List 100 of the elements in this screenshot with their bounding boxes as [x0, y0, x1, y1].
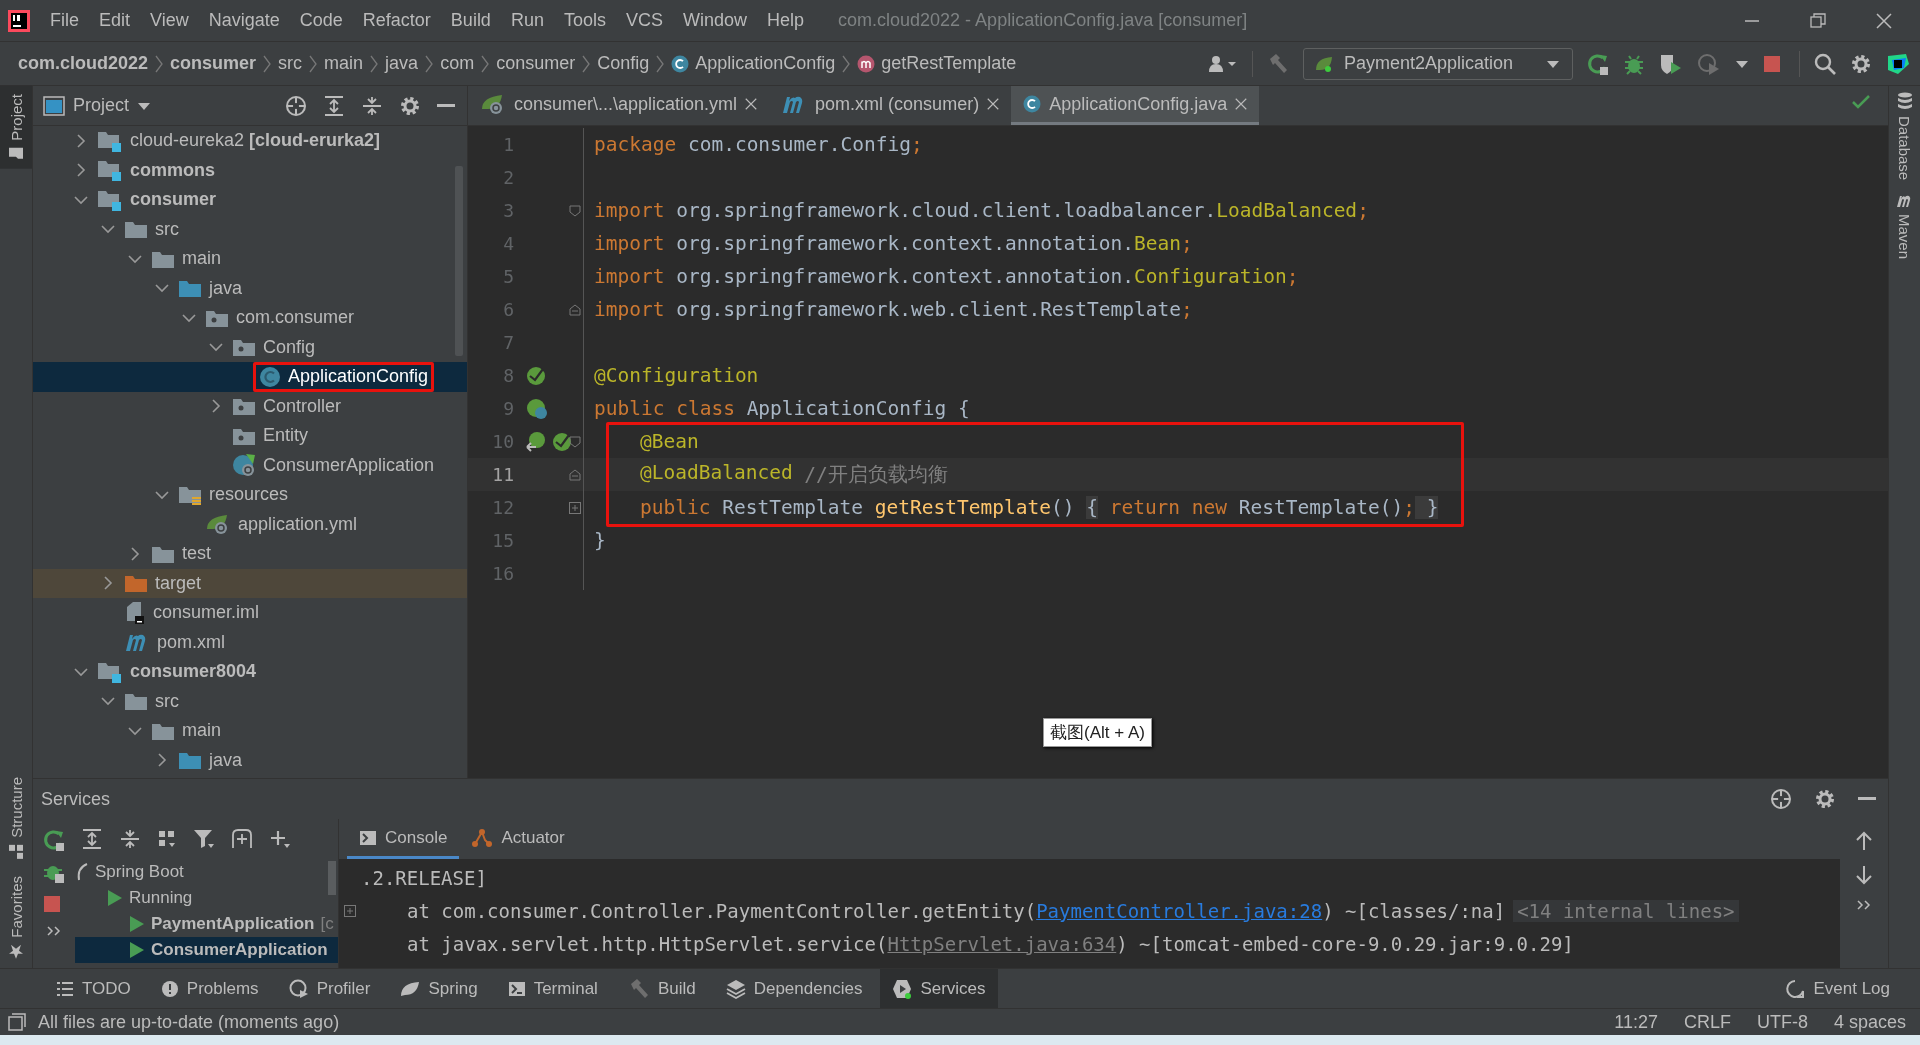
- collapse-all-icon[interactable]: [119, 828, 141, 850]
- tree-item[interactable]: main: [33, 244, 467, 274]
- coverage-icon[interactable]: [1659, 52, 1683, 75]
- collapse-all-icon[interactable]: [361, 94, 383, 117]
- status-item[interactable]: UTF-8: [1756, 1011, 1808, 1033]
- close-icon[interactable]: [1876, 12, 1892, 29]
- breadcrumb[interactable]: main: [324, 53, 364, 74]
- tool-window-button[interactable]: Database: [1896, 92, 1913, 181]
- breadcrumb[interactable]: consumer: [496, 53, 576, 74]
- breadcrumb[interactable]: getRestTemplate: [857, 53, 1017, 74]
- menu-item[interactable]: Edit: [89, 10, 141, 31]
- breadcrumb[interactable]: com: [440, 53, 475, 74]
- menu-item[interactable]: Window: [672, 10, 757, 31]
- console-tab[interactable]: Actuator: [459, 819, 577, 859]
- user-icon[interactable]: [1208, 53, 1238, 74]
- menu-item[interactable]: Navigate: [198, 10, 290, 31]
- menu-item[interactable]: VCS: [615, 10, 673, 31]
- tree-item[interactable]: ConsumerApplication: [33, 450, 467, 480]
- link[interactable]: HttpServlet.java:634: [887, 932, 1117, 955]
- tree-item[interactable]: main: [33, 716, 467, 746]
- tree-item[interactable]: consumer: [33, 185, 467, 215]
- service-item[interactable]: Spring Boot: [75, 859, 338, 885]
- tree-item[interactable]: pom.xml: [33, 627, 467, 657]
- tool-tab[interactable]: Dependencies: [713, 969, 875, 1008]
- fold-icon[interactable]: [568, 303, 581, 316]
- run-configuration-dropdown[interactable]: Payment2Application: [1303, 47, 1573, 80]
- breadcrumb[interactable]: Config: [597, 53, 650, 74]
- bean-icon[interactable]: [526, 397, 548, 420]
- status-item[interactable]: 11:27: [1614, 1011, 1658, 1033]
- service-item[interactable]: ConsumerApplication: [75, 937, 338, 963]
- expand-all-icon[interactable]: [81, 828, 103, 850]
- breadcrumb[interactable]: src: [278, 53, 303, 74]
- expand-all-icon[interactable]: [323, 94, 345, 117]
- tree-item[interactable]: java: [33, 273, 467, 303]
- tool-tab[interactable]: Problems: [148, 969, 271, 1008]
- service-item[interactable]: Running: [75, 885, 338, 911]
- tool-tab[interactable]: Build: [615, 969, 708, 1008]
- locate-icon[interactable]: [1770, 788, 1792, 810]
- event-log-button[interactable]: Event Log: [1785, 978, 1890, 999]
- tree-item[interactable]: Entity: [33, 421, 467, 451]
- settings-icon[interactable]: [399, 94, 421, 117]
- editor-tab[interactable]: pom.xml (consumer): [769, 86, 1012, 125]
- menu-item[interactable]: File: [40, 10, 89, 31]
- window-icon[interactable]: [8, 1013, 26, 1031]
- close-icon[interactable]: [987, 96, 1000, 112]
- rerun-icon[interactable]: [43, 829, 65, 851]
- menu-item[interactable]: Help: [757, 10, 815, 31]
- tool-window-button[interactable]: Favorites: [0, 868, 32, 968]
- menu-item[interactable]: Refactor: [352, 10, 441, 31]
- more-icon[interactable]: [46, 925, 62, 937]
- menu-item[interactable]: Tools: [553, 10, 616, 31]
- toolbox-icon[interactable]: [1886, 51, 1910, 76]
- add-icon[interactable]: [269, 829, 291, 849]
- breadcrumb[interactable]: consumer: [170, 53, 257, 74]
- link[interactable]: PaymentController.java:28: [1036, 899, 1323, 922]
- bean-icon[interactable]: [526, 365, 546, 386]
- tool-window-button[interactable]: Structure: [0, 769, 32, 869]
- tool-tab[interactable]: Profiler: [276, 969, 383, 1008]
- minimize-icon[interactable]: [437, 103, 455, 108]
- search-icon[interactable]: [1814, 52, 1836, 75]
- fold-icon[interactable]: [568, 468, 581, 481]
- panel-title[interactable]: Project: [73, 95, 130, 116]
- expand-icon[interactable]: [344, 904, 356, 917]
- editor-tab[interactable]: ApplicationConfig.java: [1011, 86, 1260, 125]
- tree-item[interactable]: src: [33, 214, 467, 244]
- expand-icon[interactable]: [568, 501, 581, 514]
- editor-tab[interactable]: consumer\...\application.yml: [468, 86, 770, 125]
- tree-item[interactable]: java: [33, 745, 467, 775]
- tool-window-button[interactable]: Project: [0, 86, 32, 169]
- locate-icon[interactable]: [285, 94, 307, 117]
- rerun-icon[interactable]: [1587, 52, 1609, 75]
- menu-item[interactable]: Build: [440, 10, 501, 31]
- arrow-up-icon[interactable]: [1855, 831, 1873, 851]
- minimize-icon[interactable]: [1858, 797, 1876, 801]
- breadcrumb[interactable]: com.cloud2022: [18, 53, 149, 74]
- tool-tab[interactable]: TODO: [44, 969, 143, 1008]
- menu-item[interactable]: Code: [289, 10, 353, 31]
- close-icon[interactable]: [745, 96, 758, 112]
- tool-tab[interactable]: Spring: [388, 969, 490, 1008]
- tree-item[interactable]: application.yml: [33, 509, 467, 539]
- more-icon[interactable]: [1856, 899, 1872, 911]
- status-item[interactable]: 4 spaces: [1833, 1011, 1906, 1033]
- filter-icon[interactable]: [193, 829, 215, 849]
- settings-icon[interactable]: [1850, 52, 1872, 75]
- caret-icon[interactable]: [137, 100, 152, 111]
- tool-tab[interactable]: Terminal: [495, 969, 610, 1008]
- breadcrumb[interactable]: ApplicationConfig: [671, 53, 836, 74]
- tree-item[interactable]: commons: [33, 155, 467, 185]
- menu-item[interactable]: View: [140, 10, 199, 31]
- settings-icon[interactable]: [1814, 788, 1836, 810]
- tree-item[interactable]: target: [33, 568, 467, 598]
- arrow-down-icon[interactable]: [1855, 865, 1873, 885]
- new-tab-icon[interactable]: [231, 829, 253, 849]
- folded-lines[interactable]: <14 internal lines>: [1513, 899, 1739, 922]
- tree-item[interactable]: Controller: [33, 391, 467, 421]
- tree-item[interactable]: cloud-eureka2 [cloud-erurka2]: [33, 126, 467, 156]
- tree-item[interactable]: resources: [33, 480, 467, 510]
- tree-item[interactable]: com.consumer: [33, 303, 467, 333]
- bean-icon[interactable]: [526, 431, 548, 452]
- restore-icon[interactable]: [1810, 12, 1826, 29]
